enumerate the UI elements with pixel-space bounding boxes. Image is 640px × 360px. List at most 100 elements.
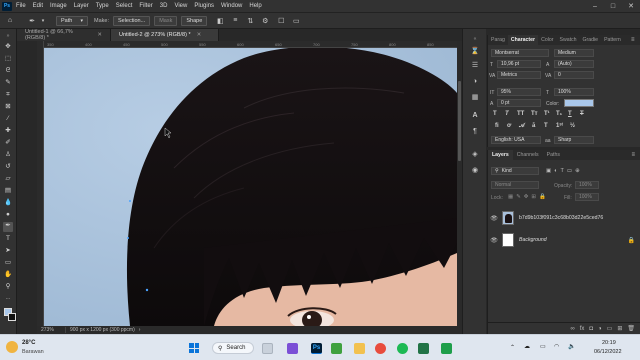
close-icon[interactable]: ✕ [197,32,202,38]
collapse-icon[interactable]: « [470,34,480,44]
layer-name[interactable]: Background [519,237,547,243]
home-icon[interactable]: ⌂ [5,16,15,26]
pen-tool-icon[interactable]: ✒ [27,16,37,26]
tab-layers[interactable]: Layers [488,150,513,160]
adjustment-layer-icon[interactable]: ◑ [598,326,602,332]
ligatures-icon[interactable]: fi [495,123,499,129]
excel-icon[interactable] [418,343,429,354]
path-arrangement-icon[interactable]: ⇅ [245,16,255,26]
layer-name[interactable]: b7d9b103f091c3c68b03d22e5ced76 [519,215,603,221]
horizontal-scale-field[interactable]: 100% [554,88,594,96]
chrome-icon[interactable] [375,343,386,354]
document-canvas[interactable] [44,48,457,326]
menu-layer[interactable]: Layer [74,3,89,9]
eraser-tool-icon[interactable]: ▱ [4,175,12,183]
underline-icon[interactable]: T [568,111,572,117]
tab-color[interactable]: Color [538,35,556,45]
dodge-tool-icon[interactable]: ● [4,211,12,219]
weather-location[interactable]: Barawan [22,349,44,355]
tab-swatches[interactable]: Swatch [556,35,579,45]
volume-icon[interactable]: 🔈 [568,343,575,350]
menu-file[interactable]: File [16,3,26,9]
tab-untitled-1[interactable]: Untitled-1 @ 66,7% (RGB/8) * ✕ [17,29,111,41]
healing-brush-tool-icon[interactable]: ✚ [4,127,12,135]
clone-stamp-tool-icon[interactable]: ♙ [4,151,12,159]
font-size-field[interactable]: 10,96 pt [497,60,541,68]
menu-help[interactable]: Help [249,3,261,9]
strikethrough-icon[interactable]: T [580,111,584,117]
chevron-up-icon[interactable]: ⌃ [510,344,515,351]
menu-plugins[interactable]: Plugins [194,3,214,9]
menu-type[interactable]: Type [96,3,109,9]
app-icon[interactable] [331,343,342,354]
layer-row[interactable]: 👁 b7d9b103f091c3c68b03d22e5ced76 [488,207,640,229]
layer-filter-select[interactable]: ⚲ Kind [491,167,539,175]
chevron-right-icon[interactable]: › [139,327,141,333]
tab-paths[interactable]: Paths [543,150,564,160]
language-select[interactable]: English: USA [491,136,541,144]
baseline-shift-field[interactable]: 0 pt [497,99,541,107]
eye-icon[interactable]: 👁 [488,237,500,244]
tab-patterns[interactable]: Pattern [601,35,624,45]
character-icon[interactable]: A [470,111,480,121]
titling-icon[interactable]: T [544,123,548,129]
brush-tool-icon[interactable]: ✐ [4,139,12,147]
gradient-tool-icon[interactable]: ▤ [4,187,12,195]
swash-icon[interactable]: 𝒜 [519,123,525,130]
task-view-icon[interactable] [262,343,273,354]
menu-view[interactable]: View [174,3,187,9]
weather-icon[interactable] [6,341,18,353]
chevron-down-icon[interactable]: ▾ [38,16,48,26]
paragraph-icon[interactable]: ¶ [470,127,480,137]
link-layers-icon[interactable]: ∞ [570,326,574,332]
menu-window[interactable]: Window [221,3,242,9]
move-tool-icon[interactable]: ✥ [4,43,12,51]
auto-add-delete-icon[interactable]: ☐ [276,16,286,26]
scrollbar-thumb[interactable] [458,81,461,161]
menu-edit[interactable]: Edit [33,3,43,9]
shape-button[interactable]: Shape [181,15,208,26]
tab-gradients[interactable]: Gradie [580,35,602,45]
collapse-icon[interactable]: » [4,32,12,40]
new-layer-icon[interactable]: ⊞ [617,325,622,332]
fractions-icon[interactable]: ½ [570,123,575,129]
eye-icon[interactable]: 👁 [488,215,500,222]
fill-field[interactable]: 100% [575,193,599,201]
group-icon[interactable]: ▭ [607,325,613,332]
battery-icon[interactable]: ▭ [540,343,546,350]
antialias-select[interactable]: Sharp [554,136,594,144]
all-caps-icon[interactable]: TT [517,111,524,117]
properties-icon[interactable]: ☰ [470,61,480,71]
ordinals-icon[interactable]: 1ˢᵗ [556,123,563,129]
photoshop-taskbar-icon[interactable]: Ps [311,343,322,354]
menu-3d[interactable]: 3D [160,3,168,9]
blend-mode-select[interactable]: Normal [491,181,539,189]
opacity-field[interactable]: 100% [575,181,599,189]
rectangle-tool-icon[interactable]: ▭ [4,259,12,267]
vertical-scale-field[interactable]: 95% [497,88,541,96]
align-edges-icon[interactable]: ▭ [291,16,301,26]
panel-menu-icon[interactable]: ≡ [631,37,635,43]
wifi-icon[interactable]: ◠ [554,343,559,350]
small-caps-icon[interactable]: Tт [531,111,538,117]
panel-menu-icon[interactable]: ≡ [631,152,635,158]
app-icon[interactable] [441,343,452,354]
faux-bold-icon[interactable]: T [493,111,497,117]
layer-style-icon[interactable]: fx [580,326,585,332]
selection-button[interactable]: Selection... [112,15,151,26]
lasso-tool-icon[interactable]: ᘓ [4,67,12,75]
search-box[interactable]: ⚲ Search [212,342,254,354]
pen-tool-icon[interactable]: ✒ [3,222,13,232]
start-icon[interactable] [189,343,199,353]
blur-tool-icon[interactable]: 💧 [4,199,12,207]
path-alignment-icon[interactable]: ≡ [230,16,240,26]
channels-icon[interactable]: ◉ [470,166,480,176]
superscript-icon[interactable]: T¹ [544,111,550,117]
leading-field[interactable]: (Auto) [554,60,594,68]
more-tools-icon[interactable]: ··· [4,295,12,303]
maximize-button[interactable]: □ [604,0,622,12]
text-color-swatch[interactable] [564,99,594,107]
close-icon[interactable]: ✕ [97,32,102,38]
tab-channels[interactable]: Channels [513,150,543,160]
spotify-icon[interactable] [397,343,408,354]
